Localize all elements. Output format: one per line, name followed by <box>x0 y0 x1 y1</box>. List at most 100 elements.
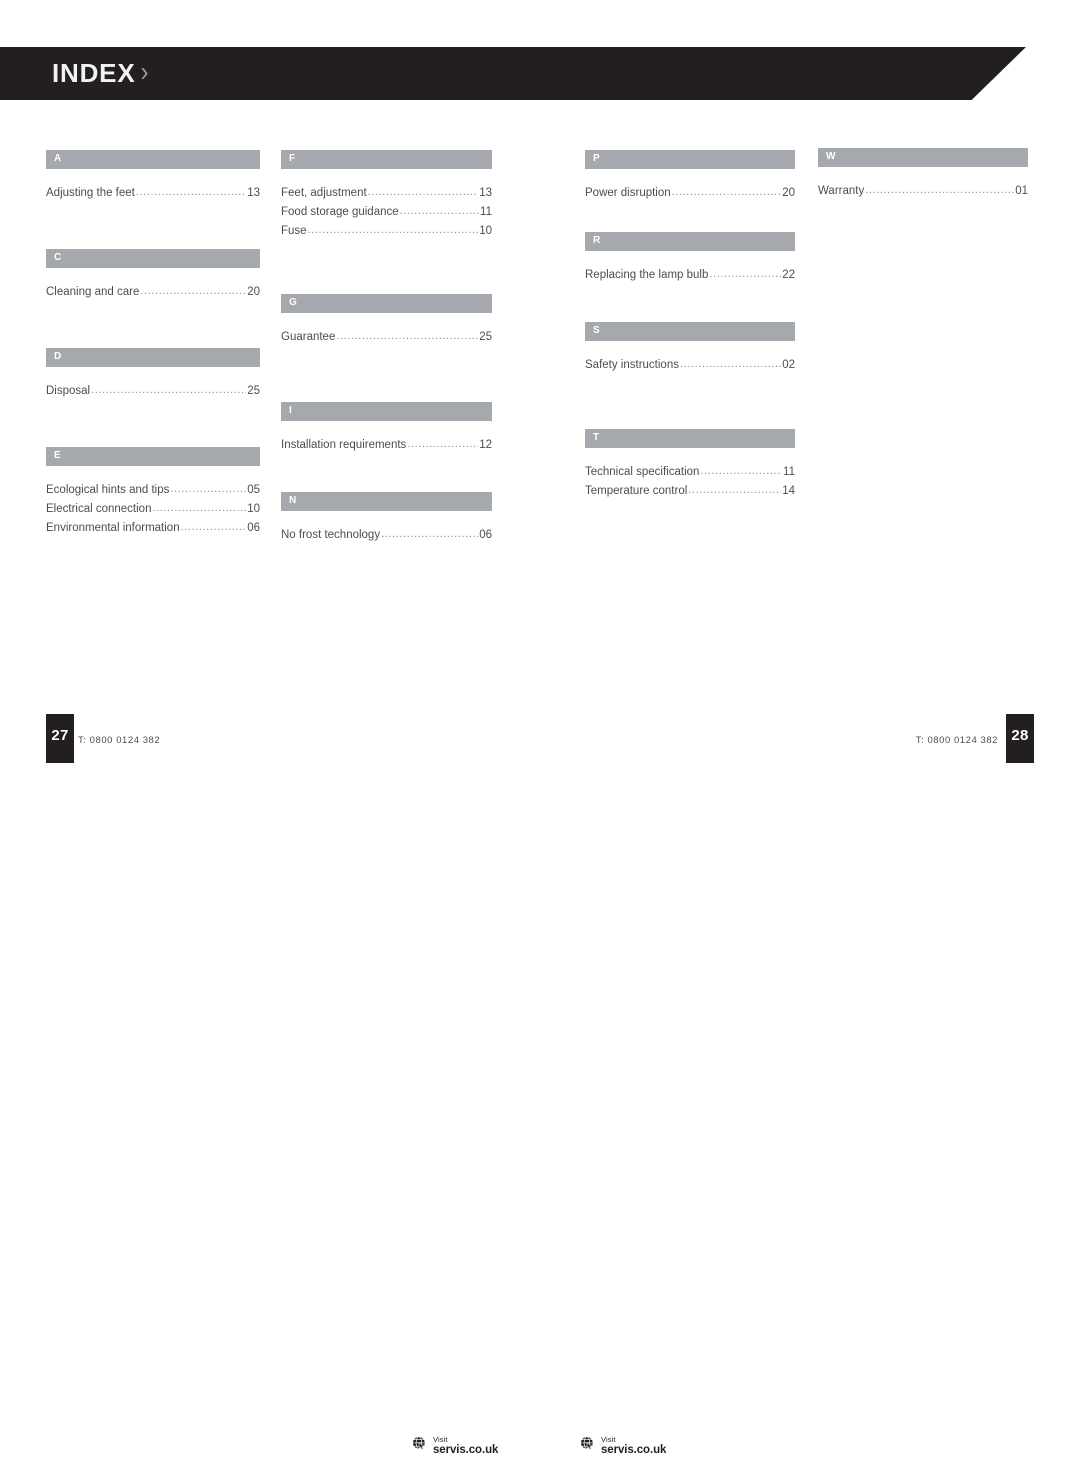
visit-website-left[interactable]: Visit servis.co.uk <box>412 1436 498 1457</box>
index-letter-label: I <box>289 405 293 416</box>
index-entry-dot-leader <box>672 183 782 202</box>
index-entry-list: Safety instructions 02 <box>585 356 795 375</box>
index-entry-list: Technical specification 11 Temperature con… <box>585 463 795 501</box>
index-entry-title: Replacing the lamp bulb <box>585 269 709 281</box>
index-section-f: F Feet, adjustment 13 Food storage guidance… <box>281 150 492 241</box>
index-header-band <box>0 47 1026 100</box>
index-entry-title: Environmental information <box>46 522 180 534</box>
index-entry-page-number: 25 <box>247 385 260 397</box>
page-number-left: 27 <box>46 714 74 763</box>
index-letter-bar: S <box>585 322 795 341</box>
index-entry-list: No frost technology 06 <box>281 526 492 545</box>
index-entry-list: Power disruption 20 <box>585 184 795 203</box>
index-entry-list: Feet, adjustment 13 Food storage guidance 1… <box>281 184 492 241</box>
index-entry[interactable]: Disposal 25 <box>46 382 260 401</box>
index-entry-page-number: 25 <box>479 331 492 343</box>
index-entry-title: Temperature control <box>585 485 688 497</box>
index-section-a: A Adjusting the feet 13 <box>46 150 260 203</box>
index-entry-title: Fuse <box>281 225 307 237</box>
index-letter-label: S <box>593 325 601 336</box>
index-letter-bar: A <box>46 150 260 169</box>
index-entry-page-number: 11 <box>480 206 492 218</box>
index-entry-dot-leader <box>136 183 246 202</box>
index-section-s: S Safety instructions 02 <box>585 322 795 375</box>
index-entry-title: Guarantee <box>281 331 336 343</box>
index-entry-dot-leader <box>680 355 781 374</box>
page-number-right: 28 <box>1006 714 1034 763</box>
index-entry[interactable]: Technical specification 11 <box>585 463 795 482</box>
index-entry[interactable]: Temperature control 14 <box>585 482 795 501</box>
visit-label: Visit <box>601 1435 616 1444</box>
index-letter-label: A <box>54 153 62 164</box>
index-letter-bar: F <box>281 150 492 169</box>
visit-url: servis.co.uk <box>601 1444 667 1456</box>
index-entry-page-number: 20 <box>782 187 795 199</box>
index-letter-bar: G <box>281 294 492 313</box>
index-entry-dot-leader <box>170 480 246 499</box>
index-entry-title: No frost technology <box>281 529 381 541</box>
index-entry-dot-leader <box>140 282 246 301</box>
index-entry-list: Installation requirements 12 <box>281 436 492 455</box>
index-section-w: W Warranty 01 <box>818 148 1028 201</box>
index-section-g: G Guarantee 25 <box>281 294 492 347</box>
index-letter-bar: R <box>585 232 795 251</box>
phone-number-right: T: 0800 0124 382 <box>915 735 998 746</box>
index-entry-page-number: 10 <box>479 225 492 237</box>
index-entry-title: Cleaning and care <box>46 286 140 298</box>
visit-website-right-text: Visit servis.co.uk <box>601 1436 666 1457</box>
index-letter-bar: D <box>46 348 260 367</box>
index-entry[interactable]: No frost technology 06 <box>281 526 492 545</box>
index-section-p: P Power disruption 20 <box>585 150 795 203</box>
index-columns: A Adjusting the feet 13 C Cleaning and care 2… <box>0 128 1080 688</box>
index-letter-label: T <box>593 432 600 443</box>
index-entry-dot-leader <box>368 183 479 202</box>
index-entry-title: Warranty <box>818 185 865 197</box>
visit-url: servis.co.uk <box>433 1444 499 1456</box>
index-entry-title: Electrical connection <box>46 503 152 515</box>
index-entry-list: Replacing the lamp bulb 22 <box>585 266 795 285</box>
visit-website-right[interactable]: Visit servis.co.uk <box>580 1436 666 1457</box>
index-entry[interactable]: Cleaning and care 20 <box>46 283 260 302</box>
index-entry[interactable]: Feet, adjustment 13 <box>281 184 492 203</box>
index-entry[interactable]: Fuse 10 <box>281 222 492 241</box>
index-section-r: R Replacing the lamp bulb 22 <box>585 232 795 285</box>
globe-cursor-icon <box>580 1436 595 1456</box>
index-letter-label: E <box>54 450 62 461</box>
page-title-text: INDEX <box>52 58 136 88</box>
index-entry[interactable]: Safety instructions 02 <box>585 356 795 375</box>
index-section-i: I Installation requirements 12 <box>281 402 492 455</box>
index-entry[interactable]: Ecological hints and tips 05 <box>46 481 260 500</box>
index-entry-dot-leader <box>865 181 1014 200</box>
index-entry-page-number: 05 <box>247 484 260 496</box>
index-letter-bar: C <box>46 249 260 268</box>
index-entry[interactable]: Warranty 01 <box>818 182 1028 201</box>
index-entry[interactable]: Food storage guidance 11 <box>281 203 492 222</box>
index-entry[interactable]: Electrical connection 10 <box>46 500 260 519</box>
index-entry-page-number: 01 <box>1015 185 1028 197</box>
index-entry[interactable]: Installation requirements 12 <box>281 436 492 455</box>
index-entry-title: Safety instructions <box>585 359 679 371</box>
index-letter-label: W <box>826 151 836 162</box>
index-entry-list: Adjusting the feet 13 <box>46 184 260 203</box>
index-entry-page-number: 13 <box>247 187 260 199</box>
index-entry[interactable]: Replacing the lamp bulb 22 <box>585 266 795 285</box>
index-entry-dot-leader <box>152 499 246 518</box>
index-entry-title: Disposal <box>46 385 91 397</box>
index-entry-page-number: 14 <box>782 485 795 497</box>
index-entry-title: Feet, adjustment <box>281 187 367 199</box>
index-entry-title: Technical specification <box>585 466 700 478</box>
index-letter-label: C <box>54 252 62 263</box>
index-entry-page-number: 12 <box>479 439 492 451</box>
index-entry[interactable]: Environmental information 06 <box>46 519 260 538</box>
index-letter-bar: E <box>46 447 260 466</box>
index-entry[interactable]: Power disruption 20 <box>585 184 795 203</box>
index-entry-list: Warranty 01 <box>818 182 1028 201</box>
index-entry-title: Power disruption <box>585 187 671 199</box>
index-entry-page-number: 06 <box>479 529 492 541</box>
index-entry[interactable]: Adjusting the feet 13 <box>46 184 260 203</box>
index-entry-title: Ecological hints and tips <box>46 484 170 496</box>
index-entry[interactable]: Guarantee 25 <box>281 328 492 347</box>
index-section-e: E Ecological hints and tips 05 Electrical c… <box>46 447 260 538</box>
phone-number-left: T: 0800 0124 382 <box>78 735 161 746</box>
index-entry-dot-leader <box>91 381 246 400</box>
